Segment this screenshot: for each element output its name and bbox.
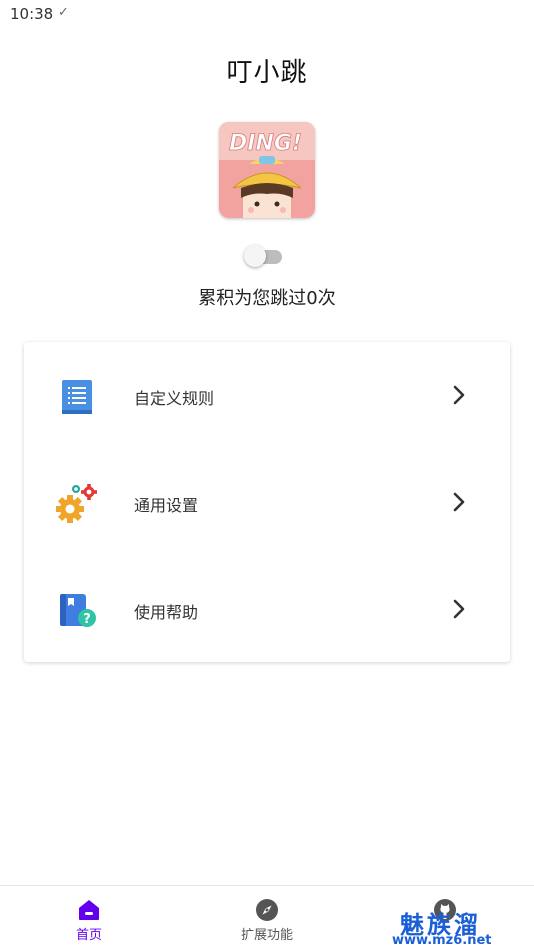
menu-item-general-settings[interactable]: 通用设置 [24,449,510,556]
menu-item-label: 使用帮助 [134,603,199,622]
status-time: 10:38 [10,5,54,23]
help-book-icon: ? [56,588,100,632]
menu-card: 自定义规则 通用设置 ? 使用帮助 [24,342,510,662]
toggle-thumb [244,245,266,267]
logo-text: DING! [229,131,302,156]
chevron-right-icon [453,385,465,405]
menu-item-help[interactable]: ? 使用帮助 [24,556,510,663]
nav-extensions[interactable]: 扩展功能 [178,886,356,950]
app-title: 叮小跳 [226,58,308,88]
menu-item-label: 自定义规则 [134,389,215,408]
check-icon: ✓ [58,5,69,20]
home-icon [79,900,99,920]
chevron-right-icon [453,599,465,619]
menu-item-label: 通用设置 [134,496,199,515]
chevron-right-icon [453,492,465,512]
app-logo: DING! [219,122,315,218]
nav-label: 扩展功能 [240,928,293,943]
menu-item-custom-rules[interactable]: 自定义规则 [24,342,510,449]
status-bar: 10:38 ✓ [0,0,534,28]
skip-count-text: 累积为您跳过0次 [198,288,336,309]
watermark: 魅族溜 www.mz6.net [392,905,534,949]
gears-icon [56,481,100,525]
skip-toggle[interactable] [244,245,282,267]
nav-home[interactable]: 首页 [0,886,178,950]
svg-text:?: ? [83,612,91,627]
rules-document-icon [56,374,100,418]
compass-icon [256,899,278,921]
nav-label: 首页 [75,928,102,943]
watermark-url: www.mz6.net [392,933,492,948]
